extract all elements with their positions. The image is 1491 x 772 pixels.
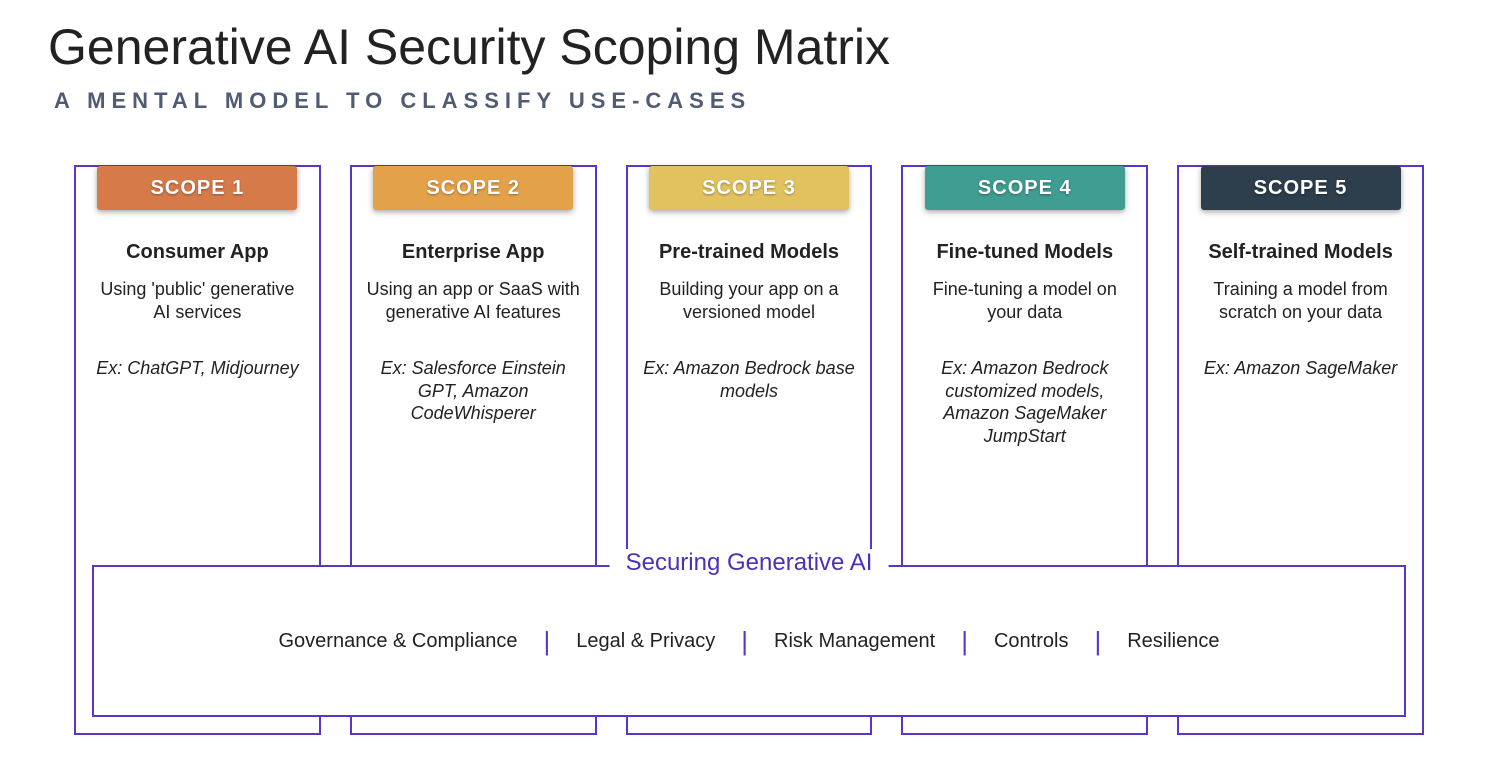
scope-desc: Training a model from scratch on your da… [1193,278,1408,323]
scope-badge-4: SCOPE 4 [925,166,1125,210]
scope-heading: Enterprise App [366,241,581,264]
separator-icon: | [1094,626,1101,657]
page-title: Generative AI Security Scoping Matrix [48,18,890,76]
pillar-item: Risk Management [774,630,935,653]
scope-example: Ex: Amazon Bedrock base models [642,357,857,402]
pillar-item: Legal & Privacy [576,630,715,653]
scope-example: Ex: ChatGPT, Midjourney [90,357,305,380]
scope-badge-5: SCOPE 5 [1201,166,1401,210]
securing-pillars: Governance & Compliance | Legal & Privac… [94,567,1404,715]
scope-heading: Self-trained Models [1193,241,1408,264]
scope-desc: Using 'public' generative AI services [90,278,305,323]
separator-icon: | [961,626,968,657]
scope-example: Ex: Salesforce Einstein GPT, Amazon Code… [366,357,581,425]
separator-icon: | [741,626,748,657]
scope-badge-2: SCOPE 2 [373,166,573,210]
pillar-item: Controls [994,630,1068,653]
scope-badge-1: SCOPE 1 [97,166,297,210]
scope-heading: Pre-trained Models [642,241,857,264]
scope-badge-3: SCOPE 3 [649,166,849,210]
scope-desc: Using an app or SaaS with generative AI … [366,278,581,323]
scope-desc: Building your app on a versioned model [642,278,857,323]
scope-example: Ex: Amazon SageMaker [1193,357,1408,380]
separator-icon: | [544,626,551,657]
pillar-item: Governance & Compliance [279,630,518,653]
scope-desc: Fine-tuning a model on your data [917,278,1132,323]
securing-title: Securing Generative AI [610,549,889,577]
securing-box: Securing Generative AI Governance & Comp… [92,565,1406,717]
scope-heading: Consumer App [90,241,305,264]
scope-heading: Fine-tuned Models [917,241,1132,264]
pillar-item: Resilience [1127,630,1219,653]
page-subtitle: A MENTAL MODEL TO CLASSIFY USE-CASES [54,88,751,114]
scope-example: Ex: Amazon Bedrock customized models, Am… [917,357,1132,447]
